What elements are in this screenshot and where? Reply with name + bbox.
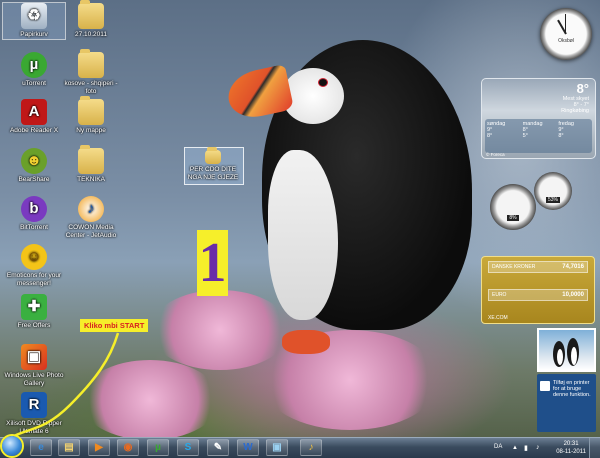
currency-row-value: 74,7016 <box>562 264 584 270</box>
ram-value: 53% <box>545 197 560 203</box>
weather-location: Ringkøbing <box>561 108 589 114</box>
weather-gadget[interactable]: 8° Mest skyet 8° - 7° Ringkøbing søndag … <box>481 78 596 159</box>
currency-row-dkk[interactable]: DANSKE KRONER 74,7016 <box>488 261 588 273</box>
taskbar-word[interactable]: W <box>237 439 259 456</box>
jetaudio-icon: ♪ <box>308 442 314 453</box>
taskbar-jetaudio[interactable]: ♪ <box>300 439 322 456</box>
forecast-day-lo: 8° <box>558 133 564 139</box>
taskbar-internet-explorer[interactable]: e <box>30 439 52 456</box>
clock-city: Oksbøl <box>558 38 574 44</box>
cpu-dial: 8% <box>490 184 536 230</box>
cpu-readout: 8% <box>490 215 536 221</box>
taskbar-time: 20:31 <box>563 441 579 447</box>
start-highlight-ring <box>0 434 24 458</box>
skype-icon: S <box>184 442 192 453</box>
forecast-day-lo: 5° <box>522 133 528 139</box>
taskbar-media-player[interactable]: ▶ <box>88 439 110 456</box>
currency-row-label: EURO <box>492 292 507 298</box>
taskbar-date: 08-11-2011 <box>556 448 586 455</box>
taskbar-photo-viewer[interactable]: ▣ <box>266 439 288 456</box>
forecast-day: mandag 8° 5° <box>521 119 557 153</box>
ram-readout: 53% <box>534 197 572 203</box>
taskbar-utorrent[interactable]: µ <box>147 439 169 456</box>
forecast-day: fredag 9° 8° <box>556 119 592 153</box>
currency-row-label: DANSKE KRONER <box>492 264 536 270</box>
forecast-day: søndag 9° 8° <box>485 119 521 153</box>
weather-forecast: søndag 9° 8° mandag 8° 5° fredag 9° 8° <box>485 119 592 153</box>
system-tray: DA ▲ ▮ ♪ 20:31 08-11-2011 <box>490 438 600 458</box>
tray-expand-icon[interactable]: ▲ <box>512 445 518 451</box>
forecast-day-lo: 8° <box>487 133 493 139</box>
currency-source: XE.COM <box>488 315 508 321</box>
desktop: ♻ Papirkurv µ uTorrent A Adobe Reader X … <box>0 0 600 437</box>
printer-tip-text: Tilføj en printer for at bruge denne fun… <box>553 380 591 398</box>
taskbar: e ▤ ▶ ◉ µ S ✎ W ▣ ♪ DA ▲ ▮ ♪ 20:31 08-11… <box>0 434 600 458</box>
volume-icon[interactable]: ♪ <box>536 444 540 451</box>
media-player-icon: ▶ <box>95 442 103 453</box>
taskbar-notepad[interactable]: ✎ <box>207 439 229 456</box>
photo-viewer-icon: ▣ <box>272 442 282 453</box>
notepad-icon: ✎ <box>213 442 223 453</box>
taskbar-firefox[interactable]: ◉ <box>117 439 139 456</box>
firefox-icon: ◉ <box>123 442 133 453</box>
word-icon: W <box>243 442 253 453</box>
currency-row-euro[interactable]: EURO 10,0000 <box>488 289 588 301</box>
slideshow-gadget[interactable] <box>537 328 596 372</box>
internet-explorer-icon: e <box>38 442 44 453</box>
taskbar-skype[interactable]: S <box>177 439 199 456</box>
show-desktop-button[interactable] <box>589 438 600 458</box>
taskbar-clock[interactable]: 20:31 08-11-2011 <box>556 441 586 456</box>
weather-credit: © Foreca <box>486 152 505 157</box>
folder-icon: ▤ <box>64 442 74 453</box>
clock-minute-hand <box>565 14 566 34</box>
weather-condition-block: Mest skyet 8° - 7° Ringkøbing <box>561 96 589 114</box>
penguin-photo <box>553 338 579 367</box>
currency-gadget[interactable]: DANSKE KRONER 74,7016 EURO 10,0000 XE.CO… <box>481 256 595 324</box>
ram-dial: 53% <box>534 172 572 210</box>
weather-temperature: 8° <box>576 81 589 96</box>
printer-icon <box>540 381 550 391</box>
clock-gadget[interactable]: Oksbøl <box>540 8 592 60</box>
cpu-value: 8% <box>507 215 519 221</box>
network-icon[interactable]: ▮ <box>524 444 528 452</box>
utorrent-icon: µ <box>155 442 161 453</box>
currency-row-value: 10,0000 <box>562 292 584 298</box>
taskbar-windows-explorer[interactable]: ▤ <box>58 439 80 456</box>
language-indicator[interactable]: DA <box>494 444 502 450</box>
cpu-meter-gadget[interactable]: 8% 53% <box>490 170 574 232</box>
printer-tip-gadget[interactable]: Tilføj en printer for at bruge denne fun… <box>537 374 596 432</box>
